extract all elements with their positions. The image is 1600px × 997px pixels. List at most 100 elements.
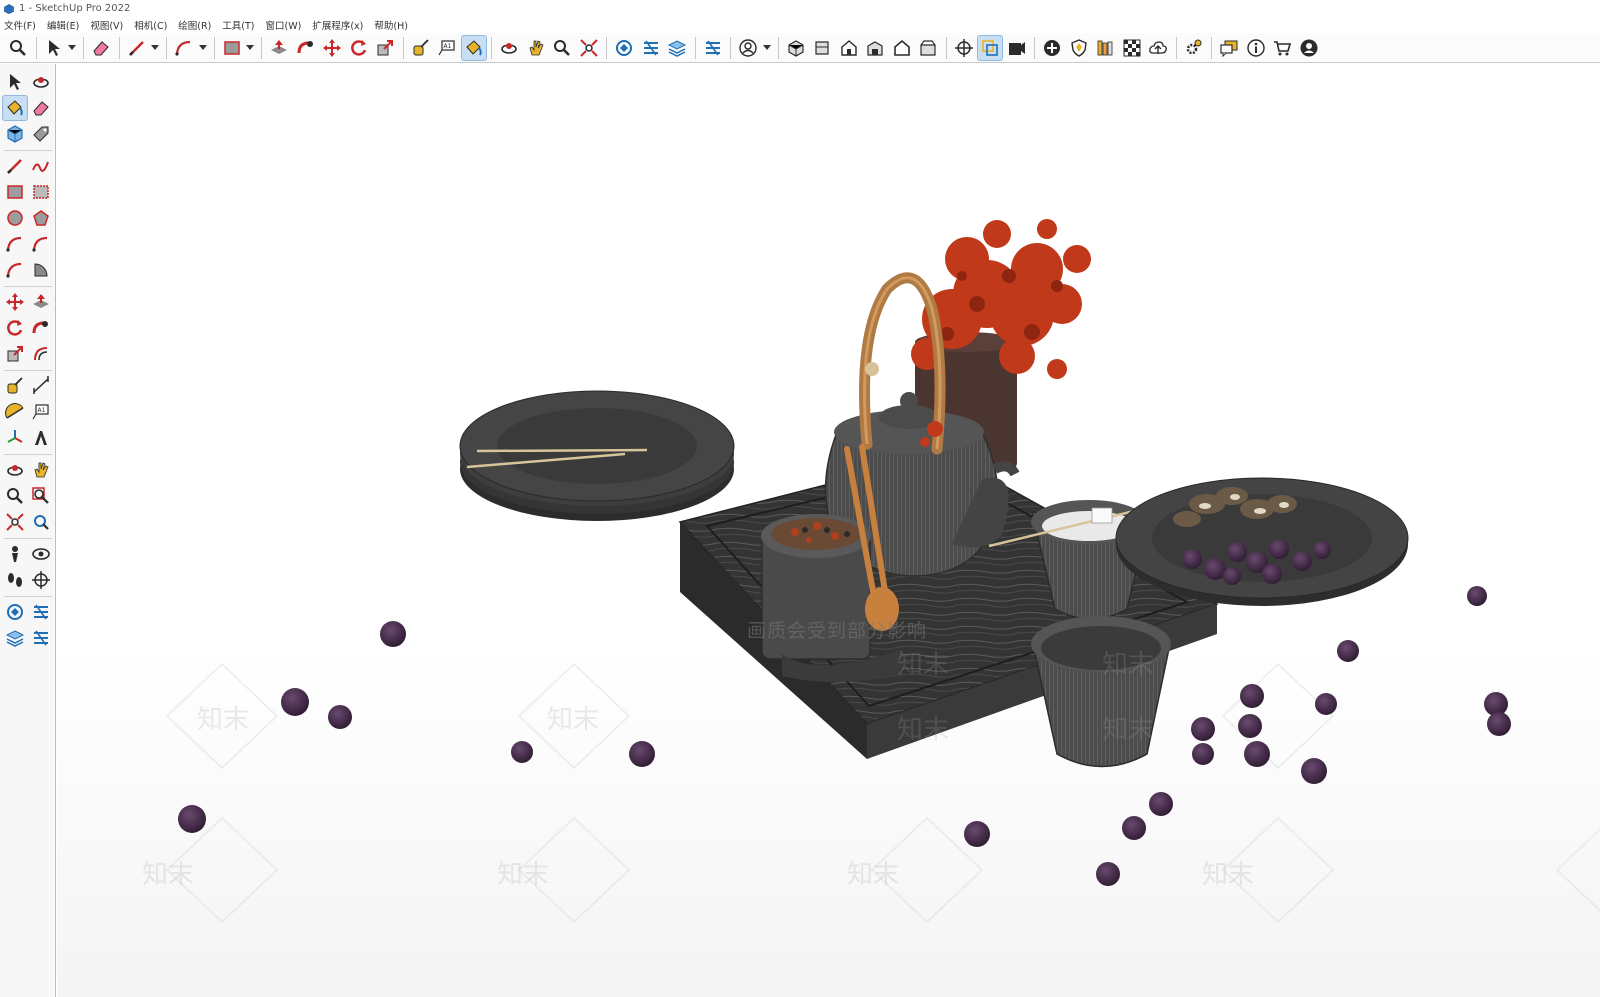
toolbar-extension-warehouse-icon[interactable] xyxy=(639,36,663,60)
palette-eraser-icon[interactable] xyxy=(29,96,53,120)
toolbar-settings-gear-icon[interactable] xyxy=(1182,36,1206,60)
model-viewport[interactable]: 画质会受到部分影响 知末 知末 知末 知末 知末 知末 知末 知末 知末 知末 xyxy=(57,64,1600,997)
palette-orbit-icon[interactable] xyxy=(3,458,27,482)
toolbar-zoom-icon[interactable] xyxy=(6,36,30,60)
scene-canvas[interactable] xyxy=(57,64,1600,997)
palette-dimension-icon[interactable] xyxy=(29,374,53,398)
palette-select-arrow-icon[interactable] xyxy=(3,70,27,94)
palette-follow-me-icon[interactable] xyxy=(29,316,53,340)
menu-file[interactable]: 文件(F) xyxy=(4,18,36,32)
toolbar-add-location-icon[interactable] xyxy=(1040,36,1064,60)
toolbar-dropdown-arrow-icon[interactable] xyxy=(151,36,159,60)
toolbar-tape-measure-icon[interactable] xyxy=(409,36,433,60)
toolbar-pencil-line-icon[interactable] xyxy=(125,36,149,60)
palette-tag-icon[interactable] xyxy=(29,122,53,146)
palette-zoom-icon[interactable] xyxy=(3,484,27,508)
palette-zoom-extents-icon[interactable] xyxy=(3,510,27,534)
toolbar-front-view-icon[interactable] xyxy=(837,36,861,60)
menu-edit[interactable]: 编辑(E) xyxy=(47,18,79,32)
palette-layers-icon[interactable] xyxy=(3,626,27,650)
palette-arc-icon[interactable] xyxy=(3,232,27,256)
stacked-plates[interactable] xyxy=(459,390,735,521)
palette-position-camera-icon[interactable] xyxy=(3,542,27,566)
palette-polygon-icon[interactable] xyxy=(29,206,53,230)
palette-look-around-icon[interactable] xyxy=(29,542,53,566)
toolbar-warehouse-icon[interactable] xyxy=(612,36,636,60)
toolbar-info-icon[interactable] xyxy=(1244,36,1268,60)
toolbar-select-arrow-icon[interactable] xyxy=(42,36,66,60)
toolbar-dropdown-arrow-icon[interactable] xyxy=(68,36,76,60)
palette-three-point-arc-icon[interactable] xyxy=(3,258,27,282)
palette-freehand-icon[interactable] xyxy=(29,154,53,178)
toolbar-iso-view-icon[interactable] xyxy=(784,36,808,60)
menu-tools[interactable]: 工具(T) xyxy=(222,18,254,32)
palette-pie-icon[interactable] xyxy=(29,258,53,282)
toolbar-follow-me-icon[interactable] xyxy=(294,36,318,60)
toolbar-zoom-magnifier-icon[interactable] xyxy=(550,36,574,60)
toolbar-top-view-icon[interactable] xyxy=(810,36,834,60)
palette-previous-view-icon[interactable] xyxy=(29,510,53,534)
palette-paint-bucket-icon[interactable] xyxy=(2,95,28,121)
toolbar-rotate-icon[interactable] xyxy=(347,36,371,60)
toolbar-extension-manager-icon[interactable] xyxy=(701,36,725,60)
palette-scale-icon[interactable] xyxy=(3,342,27,366)
toolbar-orbit-icon[interactable] xyxy=(497,36,521,60)
palette-zoom-window-icon[interactable] xyxy=(29,484,53,508)
palette-extension-manager-icon[interactable] xyxy=(29,626,53,650)
toolbar-rectangle-icon[interactable] xyxy=(220,36,244,60)
toolbar-push-pull-icon[interactable] xyxy=(267,36,291,60)
toolbar-dropdown-arrow-icon[interactable] xyxy=(762,36,771,60)
palette-orbit-small-icon[interactable] xyxy=(29,70,53,94)
palette-three-d-text-icon[interactable] xyxy=(29,426,53,450)
toolbar-scale-icon[interactable] xyxy=(373,36,397,60)
toolbar-eraser-icon[interactable] xyxy=(89,36,113,60)
palette-warehouse-icon[interactable] xyxy=(3,600,27,624)
palette-two-point-arc-icon[interactable] xyxy=(29,232,53,256)
toolbar-layer-icon[interactable] xyxy=(665,36,689,60)
menu-camera[interactable]: 相机(C) xyxy=(134,18,167,32)
palette-push-pull-icon[interactable] xyxy=(29,290,53,314)
toolbar-section-cut-icon[interactable] xyxy=(1005,36,1029,60)
palette-axes-icon[interactable] xyxy=(3,426,27,450)
toolbar-user-account-icon[interactable] xyxy=(736,36,760,60)
toolbar-left-view-icon[interactable] xyxy=(916,36,940,60)
palette-component-icon[interactable] xyxy=(3,122,27,146)
palette-offset-icon[interactable] xyxy=(29,342,53,366)
toolbar-cloud-upload-icon[interactable] xyxy=(1146,36,1170,60)
toolbar-paint-bucket-icon[interactable] xyxy=(460,34,487,61)
palette-move-icon[interactable] xyxy=(3,290,27,314)
toolbar-shield-icon[interactable] xyxy=(1067,36,1091,60)
palette-line-icon[interactable] xyxy=(3,154,27,178)
menu-help[interactable]: 帮助(H) xyxy=(374,18,408,32)
toolbar-profile-icon[interactable] xyxy=(1297,36,1321,60)
toolbar-text-label-icon[interactable]: A1 xyxy=(435,36,459,60)
toolbar-zoom-extents-icon[interactable] xyxy=(577,36,601,60)
serving-plate[interactable] xyxy=(1115,477,1409,606)
toolbar-back-view-icon[interactable] xyxy=(890,36,914,60)
toolbar-pan-icon[interactable] xyxy=(524,36,548,60)
palette-pan-icon[interactable] xyxy=(29,458,53,482)
palette-rectangle-icon[interactable] xyxy=(3,180,27,204)
palette-tape-measure-icon[interactable] xyxy=(3,374,27,398)
toolbar-chat-bubble-icon[interactable] xyxy=(1217,36,1241,60)
menu-window[interactable]: 窗口(W) xyxy=(266,18,302,32)
toolbar-library-icon[interactable] xyxy=(1093,36,1117,60)
toolbar-section-plane-icon[interactable] xyxy=(952,36,976,60)
palette-rotated-rectangle-icon[interactable] xyxy=(29,180,53,204)
menu-draw[interactable]: 绘图(R) xyxy=(178,18,211,32)
palette-circle-icon[interactable] xyxy=(3,206,27,230)
palette-extension-warehouse-icon[interactable] xyxy=(29,600,53,624)
menu-view[interactable]: 视图(V) xyxy=(90,18,123,32)
toolbar-arc-icon[interactable] xyxy=(172,36,196,60)
palette-protractor-icon[interactable] xyxy=(3,400,27,424)
toolbar-dropdown-arrow-icon[interactable] xyxy=(198,36,207,60)
menu-extensions[interactable]: 扩展程序(x) xyxy=(312,18,363,32)
toolbar-right-view-icon[interactable] xyxy=(863,36,887,60)
toolbar-checker-icon[interactable] xyxy=(1120,36,1144,60)
toolbar-dropdown-arrow-icon[interactable] xyxy=(246,36,254,60)
palette-walk-icon[interactable] xyxy=(3,568,27,592)
toolbar-move-icon[interactable] xyxy=(320,36,344,60)
toolbar-shop-cart-icon[interactable] xyxy=(1270,36,1294,60)
palette-section-plane-icon[interactable] xyxy=(29,568,53,592)
palette-text-icon[interactable]: A1 xyxy=(29,400,53,424)
